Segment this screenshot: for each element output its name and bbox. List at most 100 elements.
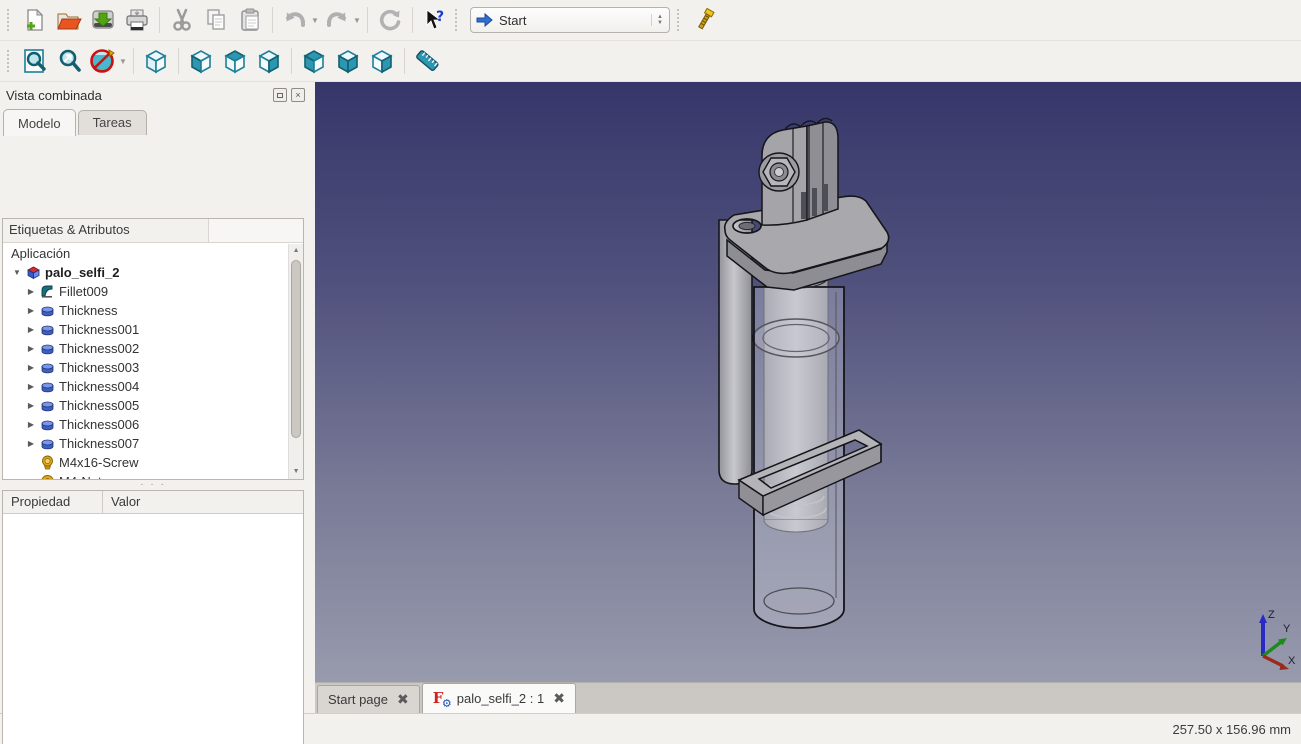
tree-item[interactable]: ▶ Thickness006 (3, 415, 288, 434)
float-icon (277, 92, 284, 98)
document-label: palo_selfi_2 (45, 265, 120, 280)
whats-this-button[interactable]: ? (418, 4, 452, 36)
bottom-view-button[interactable] (331, 45, 365, 77)
axis-z-label: Z (1268, 609, 1275, 621)
redo-button[interactable] (320, 4, 354, 36)
scroll-up-icon[interactable]: ▲ (289, 244, 303, 258)
axonometric-view-button[interactable] (139, 45, 173, 77)
scroll-down-icon[interactable]: ▼ (289, 465, 303, 479)
right-view-button[interactable] (252, 45, 286, 77)
thickness-icon (39, 341, 55, 357)
expander-collapsed-icon[interactable]: ▶ (25, 325, 37, 334)
rear-view-icon (303, 50, 325, 74)
draw-style-dropdown-arrow[interactable]: ▼ (118, 57, 128, 66)
workbench-selector[interactable]: Start ▲ ▼ (470, 7, 670, 33)
draw-style-button[interactable] (86, 45, 120, 77)
refresh-button[interactable] (373, 4, 407, 36)
tree-item[interactable]: ▶ Thickness001 (3, 320, 288, 339)
tab-palo-selfi-document[interactable]: F ⚙ palo_selfi_2 : 1 ✖ (421, 683, 576, 713)
top-view-button[interactable] (218, 45, 252, 77)
left-view-icon (371, 50, 393, 74)
toolbar-view: ▼ (0, 41, 1301, 82)
print-button[interactable] (120, 4, 154, 36)
bottom-view-icon (337, 50, 359, 74)
redo-dropdown-arrow[interactable]: ▼ (352, 16, 362, 25)
fit-all-button[interactable] (18, 45, 52, 77)
toolbar-handle[interactable] (677, 9, 685, 31)
tree-scrollbar[interactable]: ▲ ▼ (288, 244, 304, 479)
workbench-spinner[interactable]: ▲ ▼ (651, 14, 663, 26)
expander-collapsed-icon[interactable]: ▶ (25, 363, 37, 372)
undo-button[interactable] (278, 4, 312, 36)
expander-collapsed-icon[interactable]: ▶ (25, 420, 37, 429)
thickness-icon (39, 360, 55, 376)
open-button[interactable] (52, 4, 86, 36)
thickness-icon (39, 322, 55, 338)
viewport-dimensions: 257.50 x 156.96 mm (1172, 721, 1291, 737)
3d-viewport[interactable]: Z Y X (315, 82, 1301, 682)
save-icon (92, 10, 114, 29)
tab-start-page[interactable]: Start page ✖ (317, 685, 420, 713)
expander-collapsed-icon[interactable]: ▶ (25, 344, 37, 353)
scrollbar-thumb[interactable] (291, 260, 302, 438)
fit-selection-button[interactable] (52, 45, 86, 77)
property-editor: Propiedad Valor (2, 490, 305, 744)
panel-float-button[interactable] (273, 88, 288, 102)
tree-item[interactable]: ▶ Thickness003 (3, 358, 288, 377)
tree-item[interactable]: ▶ Fillet009 (3, 282, 288, 301)
thickness-icon (39, 398, 55, 414)
tab-modelo[interactable]: Modelo (3, 109, 76, 136)
save-button[interactable] (86, 4, 120, 36)
tree-item[interactable]: ▶ Thickness007 (3, 434, 288, 453)
tree-item[interactable]: ▶ Thickness (3, 301, 288, 320)
fastener-screw-button[interactable] (688, 4, 722, 36)
close-tab-icon[interactable]: ✖ (397, 691, 409, 708)
expander-collapsed-icon[interactable]: ▶ (25, 401, 37, 410)
expander-collapsed-icon[interactable]: ▶ (25, 306, 37, 315)
tree-item-document[interactable]: ▼ palo_selfi_2 (3, 263, 288, 282)
toolbar-handle[interactable] (7, 9, 15, 31)
panel-title: Vista combinada (6, 87, 102, 103)
copy-button[interactable] (199, 4, 233, 36)
expander-collapsed-icon[interactable]: ▶ (25, 382, 37, 391)
left-view-button[interactable] (365, 45, 399, 77)
tree-item[interactable]: M4x16-Screw (3, 453, 288, 472)
axis-y-label: Y (1283, 623, 1291, 635)
tree-item[interactable]: ▶ Thickness002 (3, 339, 288, 358)
tree-item[interactable]: ▶ Thickness004 (3, 377, 288, 396)
expander-collapsed-icon[interactable]: ▶ (25, 439, 37, 448)
separator (412, 7, 413, 33)
tree-item-clipped[interactable]: M4-Nut (3, 472, 288, 479)
refresh-icon (379, 9, 401, 31)
expander-collapsed-icon[interactable]: ▶ (25, 287, 37, 296)
document-icon (25, 265, 41, 281)
toolbar-handle[interactable] (7, 50, 15, 72)
measure-button[interactable] (410, 45, 444, 77)
cut-button[interactable] (165, 4, 199, 36)
rear-view-button[interactable] (297, 45, 331, 77)
separator (367, 7, 368, 33)
undo-icon (286, 12, 305, 27)
paste-button[interactable] (233, 4, 267, 36)
toolbar-handle[interactable] (455, 9, 463, 31)
thickness-icon (39, 379, 55, 395)
close-tab-icon[interactable]: ✖ (553, 690, 565, 707)
screw-fastener-icon (39, 455, 55, 471)
model-tree: Etiquetas & Atributos Aplicación ▼ palo_… (2, 218, 305, 480)
separator (272, 7, 273, 33)
new-document-button[interactable] (18, 4, 52, 36)
tab-tareas[interactable]: Tareas (77, 110, 147, 135)
toolbar-file: ▼ ▼ ? Start ▲ ▼ (0, 0, 1301, 41)
svg-text:?: ? (436, 9, 444, 25)
tree-root-application[interactable]: Aplicación (3, 244, 288, 263)
separator (133, 48, 134, 74)
panel-close-button[interactable]: × (291, 88, 306, 102)
workbench-selected-value: Start (499, 12, 527, 28)
front-view-button[interactable] (184, 45, 218, 77)
copy-icon (207, 9, 225, 30)
undo-dropdown-arrow[interactable]: ▼ (310, 16, 320, 25)
expander-expanded-icon[interactable]: ▼ (11, 268, 23, 277)
new-document-icon (27, 8, 44, 31)
panel-splitter[interactable]: · · · (2, 480, 304, 490)
tree-item[interactable]: ▶ Thickness005 (3, 396, 288, 415)
